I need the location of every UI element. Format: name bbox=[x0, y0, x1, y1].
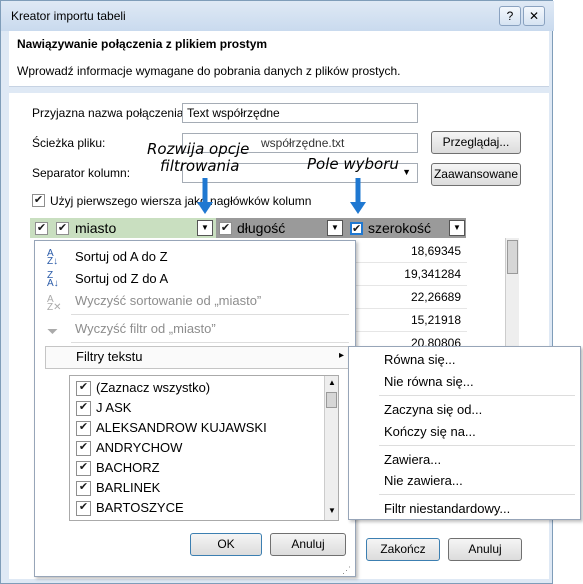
page-title: Nawiązywanie połączenia z plikiem prosty… bbox=[17, 37, 268, 51]
friendly-name-field[interactable]: Text współrzędne bbox=[182, 103, 418, 123]
checkbox-callout: Pole wyboru bbox=[307, 155, 399, 173]
menu-divider bbox=[379, 445, 575, 446]
friendly-name-label: Przyjazna nazwa połączenia: bbox=[32, 106, 187, 120]
menu-sort-az[interactable]: Sortuj od A do Z bbox=[75, 246, 168, 268]
clear-sort-icon: A Z✕ bbox=[47, 294, 62, 313]
filter-callout-line1: Rozwija opcje bbox=[147, 140, 250, 158]
menu-text-filters[interactable]: Filtry tekstu ▸ bbox=[45, 346, 351, 369]
submenu-not-contains[interactable]: Nie zawiera... bbox=[384, 473, 463, 488]
window-title: Kreator importu tabeli bbox=[11, 9, 126, 23]
column-filter-dropdown-miasto[interactable]: ▼ bbox=[197, 220, 213, 236]
text-filters-submenu: Równa się... Nie równa się... Zaczyna si… bbox=[348, 346, 581, 520]
submenu-ends-with[interactable]: Kończy się na... bbox=[384, 424, 476, 439]
menu-divider bbox=[71, 342, 349, 343]
table-cell: 19,341284 bbox=[355, 263, 467, 286]
sort-ascending-icon: A Z↓ bbox=[47, 248, 59, 267]
column-label-dlugosc: długość bbox=[237, 220, 286, 236]
browse-button[interactable]: Przeglądaj... bbox=[431, 131, 521, 154]
submenu-contains[interactable]: Zawiera... bbox=[384, 452, 441, 467]
menu-divider bbox=[379, 395, 575, 396]
value-list[interactable]: ✔ (Zaznacz wszystko) ✔ J ASK ✔ ALEKSANDROW … bbox=[69, 375, 339, 521]
table-cell: 22,26689 bbox=[355, 286, 467, 309]
scroll-down-icon[interactable]: ▼ bbox=[328, 506, 336, 515]
column-filter-dropdown-szerokosc[interactable]: ▼ bbox=[449, 220, 465, 236]
wizard-cancel-button[interactable]: Anuluj bbox=[448, 538, 522, 561]
resize-grip-icon[interactable]: ⋰ bbox=[342, 565, 351, 576]
row-select-checkbox[interactable]: ✔ bbox=[35, 222, 48, 235]
column-label-szerokosc: szerokość bbox=[368, 220, 432, 236]
checkbox[interactable]: ✔ bbox=[76, 481, 91, 496]
menu-clear-sort: Wyczyść sortowanie od „miasto” bbox=[75, 293, 262, 308]
page-description: Wprowadź informacje wymagane do pobrania… bbox=[17, 64, 401, 78]
column-checkbox-dlugosc[interactable]: ✔ bbox=[219, 222, 232, 235]
scrollbar-thumb[interactable] bbox=[326, 392, 337, 408]
submenu-equals[interactable]: Równa się... bbox=[384, 352, 456, 367]
submenu-begins-with[interactable]: Zaczyna się od... bbox=[384, 402, 482, 417]
finish-button[interactable]: Zakończ bbox=[366, 538, 440, 561]
header-panel: Nawiązywanie połączenia z plikiem prosty… bbox=[9, 31, 549, 87]
checkbox[interactable]: ✔ bbox=[76, 381, 91, 396]
chevron-down-icon: ▼ bbox=[402, 167, 411, 177]
menu-clear-filter: Wyczyść filtr od „miasto” bbox=[75, 321, 216, 336]
first-row-header-label: Użyj pierwszego wiersza jako nagłówków k… bbox=[50, 194, 312, 208]
title-bar: Kreator importu tabeli ? ✕ bbox=[1, 1, 554, 31]
checkbox[interactable]: ✔ bbox=[76, 501, 91, 516]
menu-divider bbox=[71, 314, 349, 315]
list-scrollbar[interactable]: ▲ ▼ bbox=[324, 376, 338, 520]
checkbox[interactable]: ✔ bbox=[76, 441, 91, 456]
scrollbar-thumb[interactable] bbox=[507, 240, 518, 274]
close-button[interactable]: ✕ bbox=[523, 6, 545, 26]
ok-button[interactable]: OK bbox=[190, 533, 262, 556]
submenu-not-equals[interactable]: Nie równa się... bbox=[384, 374, 474, 389]
menu-divider bbox=[379, 494, 575, 495]
checkbox[interactable]: ✔ bbox=[76, 461, 91, 476]
scroll-up-icon[interactable]: ▲ bbox=[328, 378, 336, 387]
preview-scrollbar[interactable] bbox=[505, 238, 519, 350]
checkbox[interactable]: ✔ bbox=[76, 421, 91, 436]
table-cell: 15,21918 bbox=[355, 309, 467, 332]
separator-label: Separator kolumn: bbox=[32, 166, 131, 180]
checkbox[interactable]: ✔ bbox=[76, 401, 91, 416]
cancel-button[interactable]: Anuluj bbox=[270, 533, 346, 556]
filter-menu: A Z↓ Sortuj od A do Z Z A↓ Sortuj od Z do … bbox=[34, 240, 356, 577]
table-cell: 18,69345 bbox=[355, 240, 467, 263]
menu-sort-za[interactable]: Sortuj od Z do A bbox=[75, 268, 168, 290]
file-path-label: Ścieżka pliku: bbox=[32, 136, 106, 150]
clear-filter-icon: ⏷ bbox=[47, 323, 59, 339]
column-filter-dropdown-dlugosc[interactable]: ▼ bbox=[327, 220, 343, 236]
text-filters-label: Filtry tekstu bbox=[76, 349, 143, 364]
first-row-header-checkbox[interactable]: ✔ bbox=[32, 194, 45, 207]
help-button[interactable]: ? bbox=[499, 6, 521, 26]
column-checkbox-szerokosc[interactable]: ✔ bbox=[350, 222, 363, 235]
column-checkbox-miasto[interactable]: ✔ bbox=[56, 222, 69, 235]
advanced-button[interactable]: Zaawansowane bbox=[431, 163, 521, 186]
chevron-right-icon: ▸ bbox=[338, 350, 344, 361]
submenu-custom-filter[interactable]: Filtr niestandardowy... bbox=[384, 501, 510, 516]
column-label-miasto: miasto bbox=[75, 220, 117, 236]
filter-callout-line2: filtrowania bbox=[160, 157, 240, 175]
sort-descending-icon: Z A↓ bbox=[47, 270, 59, 289]
